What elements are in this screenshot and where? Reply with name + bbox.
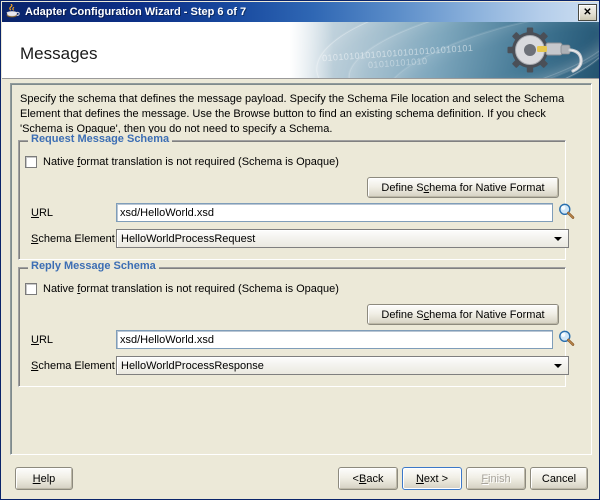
request-opaque-checkbox-label: Native format translation is not require… — [43, 156, 339, 168]
description-text: Specify the schema that defines the mess… — [20, 93, 565, 135]
request-opaque-checkbox[interactable] — [25, 156, 37, 168]
wizard-banner: 0101010101010101010101010101 01010101010 — [2, 22, 599, 78]
request-browse-magnifier-icon[interactable] — [558, 203, 575, 220]
request-schema-element-select[interactable]: HelloWorldProcessRequest — [116, 229, 569, 248]
reply-define-native-schema-button[interactable]: Define Sc hema for Native Format — [367, 304, 559, 325]
chevron-down-icon — [554, 236, 562, 241]
window-title: Adapter Configuration Wizard - Step 6 of… — [25, 6, 247, 18]
request-schema-element-label: Schema Element — [31, 233, 115, 245]
reply-opaque-checkbox-row[interactable]: Native format translation is not require… — [25, 283, 339, 295]
reply-schema-element-select[interactable]: HelloWorldProcessResponse — [116, 356, 569, 375]
gear-with-cable-icon — [506, 26, 592, 76]
reply-opaque-checkbox[interactable] — [25, 283, 37, 295]
reply-group-title: Reply Message Schema — [28, 260, 159, 272]
reply-url-input[interactable]: xsd/HelloWorld.xsd — [116, 330, 553, 349]
reply-schema-element-label: Schema Element — [31, 360, 115, 372]
banner-divider — [2, 78, 599, 79]
reply-browse-magnifier-icon[interactable] — [558, 330, 575, 347]
banner-artwork: 0101010101010101010101010101 01010101010 — [290, 22, 599, 78]
reply-schema-element-value: HelloWorldProcessResponse — [121, 359, 264, 372]
help-button[interactable]: Help — [15, 467, 73, 490]
reply-message-schema-group: Reply Message Schema Native format trans… — [18, 260, 575, 387]
request-define-native-schema-button[interactable]: Define Sc hema for Native Format — [367, 177, 559, 198]
java-coffee-cup-icon — [5, 3, 21, 20]
reply-url-label: URL — [31, 334, 54, 346]
request-schema-element-value: HelloWorldProcessRequest — [121, 232, 256, 245]
request-group-title: Request Message Schema — [28, 133, 173, 145]
request-url-input[interactable]: xsd/HelloWorld.xsd — [116, 203, 553, 222]
back-button[interactable]: < Back — [338, 467, 398, 490]
request-opaque-checkbox-row[interactable]: Native format translation is not require… — [25, 156, 339, 168]
page-title: Messages — [20, 44, 98, 63]
adapter-configuration-wizard-dialog: Adapter Configuration Wizard - Step 6 of… — [0, 0, 600, 500]
chevron-down-icon — [554, 363, 562, 368]
close-icon[interactable]: ✕ — [578, 4, 597, 21]
finish-button: Finish — [466, 467, 526, 490]
reply-opaque-checkbox-label: Native format translation is not require… — [43, 283, 339, 295]
next-button[interactable]: Next > — [402, 467, 462, 490]
request-message-schema-group: Request Message Schema Native format tra… — [18, 133, 575, 260]
request-url-label: URL — [31, 207, 54, 219]
title-bar: Adapter Configuration Wizard - Step 6 of… — [2, 2, 599, 22]
cancel-button[interactable]: Cancel — [530, 467, 588, 490]
